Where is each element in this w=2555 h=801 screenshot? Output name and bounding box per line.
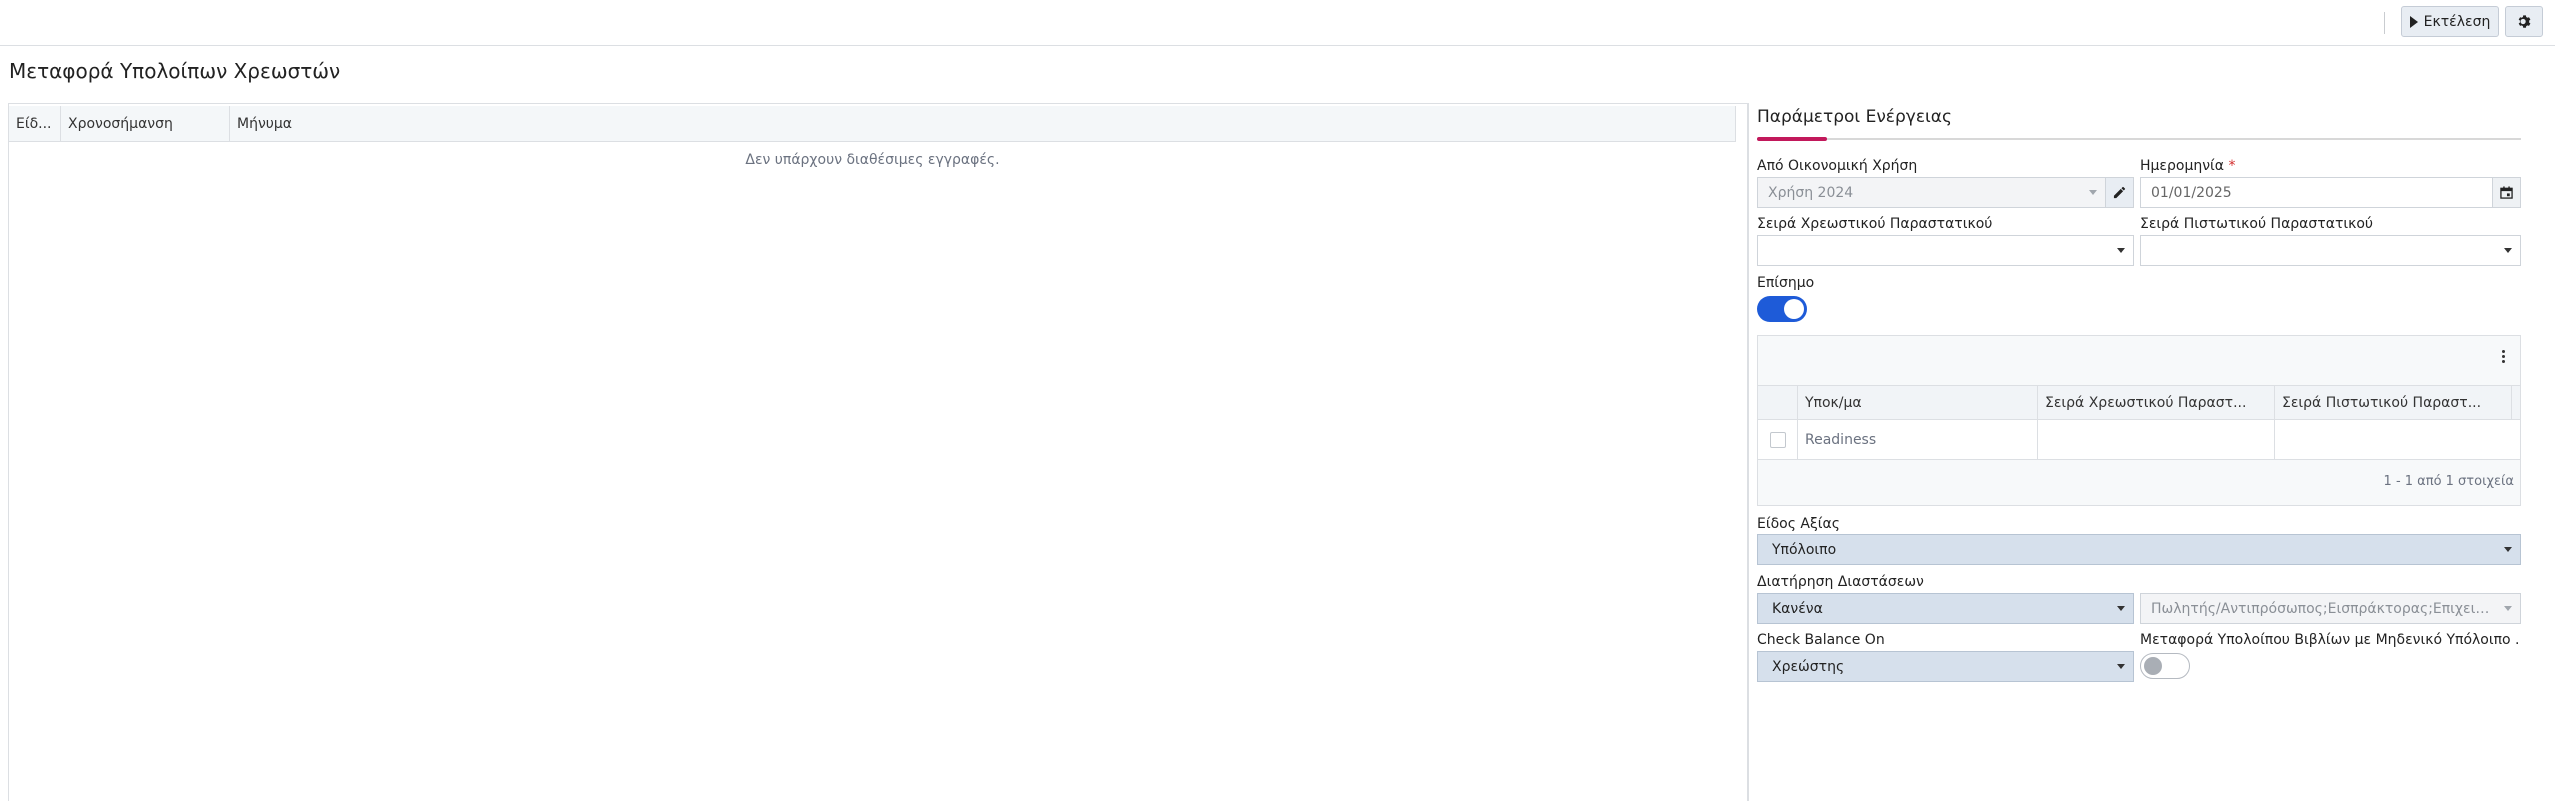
empty-message: Δεν υπάρχουν διαθέσιμες εγγραφές. [745, 152, 1000, 168]
log-grid-header: Είδ... Χρονοσήμανση Μήνυμα [9, 106, 1736, 142]
keep-dimensions-value: Κανένα [1772, 600, 1823, 617]
date-label-text: Ημερομηνία [2140, 158, 2225, 174]
value-type-label: Είδος Αξίας [1757, 516, 1840, 532]
date-label: Ημερομηνία * [2140, 158, 2235, 174]
play-icon [2409, 15, 2418, 28]
toolbar-divider [2384, 12, 2385, 34]
chevron-down-icon [2109, 652, 2133, 681]
top-toolbar: Εκτέλεση [0, 0, 2555, 46]
value-type-value: Υπόλοιπο [1772, 541, 1837, 558]
date-input[interactable]: 01/01/2025 [2140, 177, 2521, 208]
chevron-down-icon [2496, 594, 2520, 623]
keep-dimensions-select[interactable]: Κανένα [1757, 593, 2134, 624]
dimensions-value: Πωλητής/Αντιπρόσωπος;Εισπράκτορας;Επιχει… [2151, 600, 2496, 617]
debit-series-select[interactable] [1757, 235, 2134, 266]
column-header-debit-series[interactable]: Σειρά Χρεωστικού Παραστ... [2038, 386, 2275, 419]
more-options-icon[interactable] [2502, 350, 2506, 365]
official-label: Επίσημο [1757, 275, 1815, 291]
log-grid: Είδ... Χρονοσήμανση Μήνυμα Δεν υπάρχουν … [8, 103, 1748, 801]
calendar-button[interactable] [2492, 178, 2520, 207]
branches-grid-header: Υποκ/μα Σειρά Χρεωστικού Παραστ... Σειρά… [1758, 385, 2520, 420]
fiscal-year-select[interactable]: Χρήση 2024 [1757, 177, 2134, 208]
zero-balance-toggle[interactable] [2140, 653, 2190, 679]
credit-series-label: Σειρά Πιστωτικού Παραστατικού [2140, 216, 2374, 232]
row-checkbox[interactable] [1769, 431, 1786, 448]
column-header-message[interactable]: Μήνυμα [230, 106, 1736, 142]
parameters-panel: Παράμετροι Ενέργειας Από Οικονομική Χρήσ… [1748, 103, 2555, 801]
fiscal-year-value: Χρήση 2024 [1768, 184, 1854, 201]
row-select[interactable] [1758, 420, 1798, 459]
branches-grid: Υποκ/μα Σειρά Χρεωστικού Παραστ... Σειρά… [1757, 335, 2521, 506]
settings-button[interactable] [2505, 6, 2543, 37]
page-title: Μεταφορά Υπολοίπων Χρεωστών [9, 59, 341, 83]
pencil-icon [2113, 186, 2126, 199]
column-header-type[interactable]: Είδ... [9, 106, 61, 142]
chevron-down-icon [2109, 236, 2133, 265]
required-marker: * [2228, 158, 2236, 174]
select-column-header [1758, 386, 1798, 419]
column-header-branch[interactable]: Υποκ/μα [1798, 386, 2038, 419]
edit-fiscal-year-button[interactable] [2105, 178, 2133, 207]
chevron-down-icon [2496, 535, 2520, 564]
table-row[interactable]: Readiness [1758, 420, 2520, 460]
gear-icon [2518, 15, 2530, 28]
credit-series-cell[interactable] [2275, 420, 2520, 459]
debit-series-label: Σειρά Χρεωστικού Παραστατικού [1757, 216, 1993, 232]
check-balance-label: Check Balance On [1757, 632, 1885, 648]
chevron-down-icon [2081, 178, 2105, 207]
check-balance-value: Χρεώστης [1772, 658, 1845, 675]
date-value: 01/01/2025 [2151, 184, 2232, 201]
branch-cell[interactable]: Readiness [1798, 420, 2038, 459]
panel-title: Παράμετροι Ενέργειας [1757, 107, 1952, 127]
keep-dimensions-label: Διατήρηση Διαστάσεων [1757, 574, 1924, 590]
run-button-label: Εκτέλεση [2423, 13, 2491, 30]
zero-balance-label: Μεταφορά Υπολοίπου Βιβλίων με Μηδενικό Υ… [2140, 632, 2521, 648]
panel-title-underline [1757, 137, 2521, 141]
dimensions-select[interactable]: Πωλητής/Αντιπρόσωπος;Εισπράκτορας;Επιχει… [2140, 593, 2521, 624]
credit-series-select[interactable] [2140, 235, 2521, 266]
column-header-timestamp[interactable]: Χρονοσήμανση [61, 106, 230, 142]
chevron-down-icon [2109, 594, 2133, 623]
value-type-select[interactable]: Υπόλοιπο [1757, 534, 2521, 565]
debit-series-cell[interactable] [2038, 420, 2275, 459]
pager-info: 1 - 1 από 1 στοιχεία [2383, 474, 2514, 489]
fiscal-year-label: Από Οικονομική Χρήση [1757, 158, 1918, 174]
chevron-down-icon [2496, 236, 2520, 265]
calendar-icon [2500, 186, 2513, 199]
check-balance-select[interactable]: Χρεώστης [1757, 651, 2134, 682]
run-button[interactable]: Εκτέλεση [2401, 6, 2499, 37]
official-toggle[interactable] [1757, 296, 1807, 322]
column-header-credit-series[interactable]: Σειρά Πιστωτικού Παραστ... [2275, 386, 2512, 419]
